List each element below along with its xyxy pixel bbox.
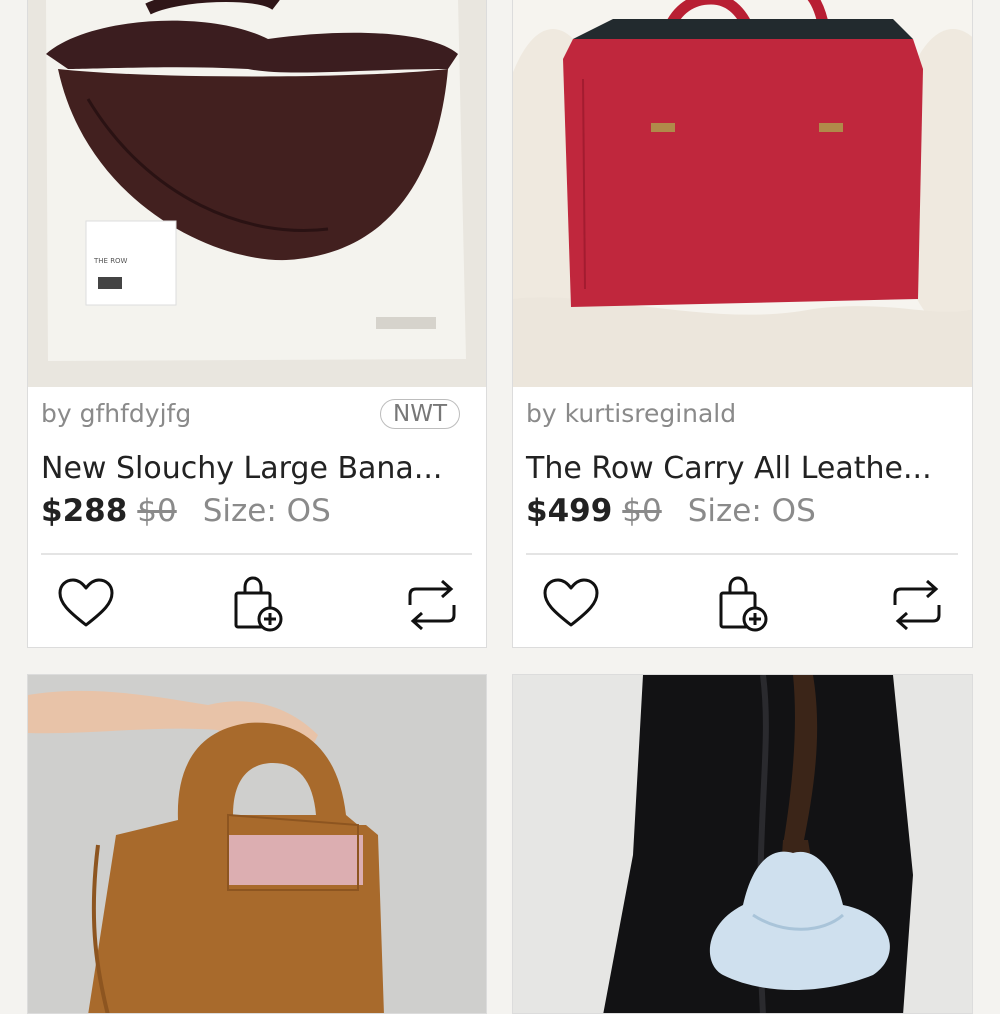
seller-name[interactable]: by gfhfdyjfg: [41, 399, 191, 428]
listing-card-3[interactable]: [27, 674, 487, 1014]
seller-name[interactable]: by kurtisreginald: [526, 399, 736, 428]
original-price: $0: [622, 493, 662, 529]
like-button[interactable]: [541, 575, 601, 635]
shopping-bag-plus-icon: [719, 576, 768, 632]
listing-price: $288: [41, 493, 128, 529]
listing-card-4[interactable]: [512, 674, 973, 1014]
share-button[interactable]: [402, 575, 462, 635]
listing-photo-3[interactable]: [28, 675, 486, 1013]
red-tote-photo: [513, 0, 972, 387]
heart-icon: [58, 578, 114, 627]
condition-badge: NWT: [380, 399, 460, 429]
listing-card-1[interactable]: THE ROW by gfhfdyjfg NWT New Slouchy Lar…: [27, 0, 487, 648]
listing-title[interactable]: The Row Carry All Leathe...: [526, 451, 932, 486]
listing-info-2: by kurtisreginald The Row Carry All Leat…: [513, 387, 972, 647]
heart-icon: [543, 578, 599, 627]
listing-photo-2[interactable]: [513, 0, 972, 387]
suede-bag-photo: [28, 675, 486, 1013]
listing-price: $499: [526, 493, 613, 529]
share-repeat-icon: [408, 579, 456, 631]
listing-title[interactable]: New Slouchy Large Bana...: [41, 451, 442, 486]
listing-photo-1[interactable]: THE ROW: [28, 0, 486, 387]
listing-size: Size: OS: [202, 493, 331, 529]
add-to-bundle-button[interactable]: [715, 575, 775, 635]
listing-info-1: by gfhfdyjfg NWT New Slouchy Large Bana.…: [28, 387, 486, 647]
photo-tag-text: THE ROW: [93, 257, 128, 265]
price-row: $499 $0 Size: OS: [526, 493, 816, 529]
share-repeat-icon: [893, 579, 941, 631]
like-button[interactable]: [56, 575, 116, 635]
divider: [41, 553, 472, 555]
listing-card-2[interactable]: by kurtisreginald The Row Carry All Leat…: [512, 0, 973, 648]
banana-bag-photo: THE ROW: [28, 0, 486, 387]
add-to-bundle-button[interactable]: [230, 575, 290, 635]
listing-size: Size: OS: [687, 493, 816, 529]
price-row: $288 $0 Size: OS: [41, 493, 331, 529]
blue-pouch-photo: [513, 675, 972, 1013]
original-price: $0: [137, 493, 177, 529]
divider: [526, 553, 958, 555]
shopping-bag-plus-icon: [234, 576, 283, 632]
listing-photo-4[interactable]: [513, 675, 972, 1013]
share-button[interactable]: [887, 575, 947, 635]
